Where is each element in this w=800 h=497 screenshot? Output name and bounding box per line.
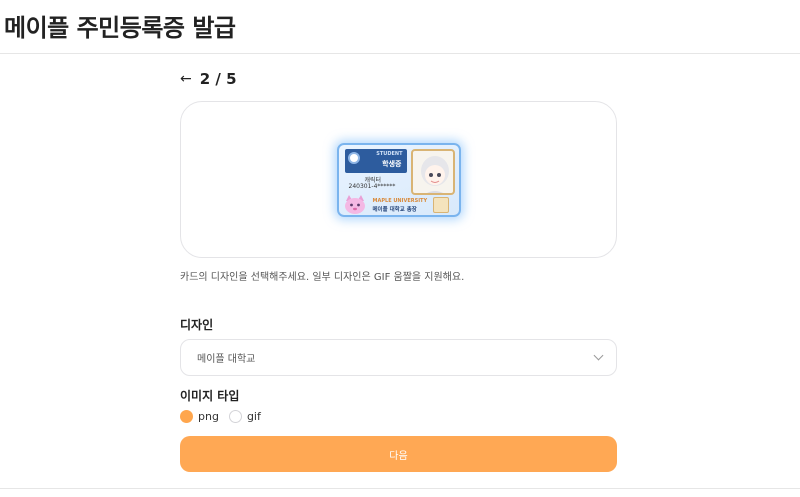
card-english-label: STUDENT: [376, 150, 403, 157]
footer-divider: [0, 488, 800, 489]
image-type-label: 이미지 타입: [180, 389, 240, 403]
image-type-radio-group: png gif: [180, 410, 271, 423]
step-nav: ← 2 / 5: [180, 70, 237, 88]
radio-option-png[interactable]: png: [180, 410, 219, 423]
design-select-value: 메이플 대학교: [197, 354, 256, 365]
university-emblem-icon: [347, 151, 360, 164]
seal-stamp-icon: [432, 196, 449, 213]
id-card-image: STUDENT 학생증 캐릭터 240301-4****** MAPLE UNI…: [336, 142, 461, 217]
header-divider: [0, 53, 800, 54]
step-indicator: 2 / 5: [199, 70, 237, 88]
page-title: 메이플 주민등록증 발급: [4, 14, 236, 42]
chevron-down-icon: [593, 350, 604, 361]
card-number: 240301-4******: [348, 182, 396, 190]
radio-option-gif[interactable]: gif: [228, 410, 261, 423]
card-president: 메이플 대학교 총장: [372, 206, 417, 213]
card-type-label: 학생증: [382, 159, 402, 168]
radio-gif-unchecked[interactable]: [228, 410, 242, 423]
design-select[interactable]: 메이플 대학교: [180, 339, 617, 376]
next-button[interactable]: 다음: [180, 436, 617, 472]
design-label: 디자인: [180, 318, 214, 332]
cat-mascot-icon: [343, 193, 367, 215]
radio-gif-label: gif: [246, 410, 261, 423]
character-portrait-icon: [410, 148, 455, 195]
card-header: STUDENT 학생증: [344, 148, 407, 173]
radio-png-label: png: [198, 410, 219, 423]
card-university-english: MAPLE UNIVERSITY: [372, 197, 428, 204]
card-preview: STUDENT 학생증 캐릭터 240301-4****** MAPLE UNI…: [180, 101, 617, 258]
arrow-left-icon[interactable]: ←: [180, 72, 192, 86]
design-hint: 카드의 디자인을 선택해주세요. 일부 디자인은 GIF 움짤을 지원해요.: [180, 272, 465, 283]
radio-png-checked[interactable]: [180, 410, 193, 423]
